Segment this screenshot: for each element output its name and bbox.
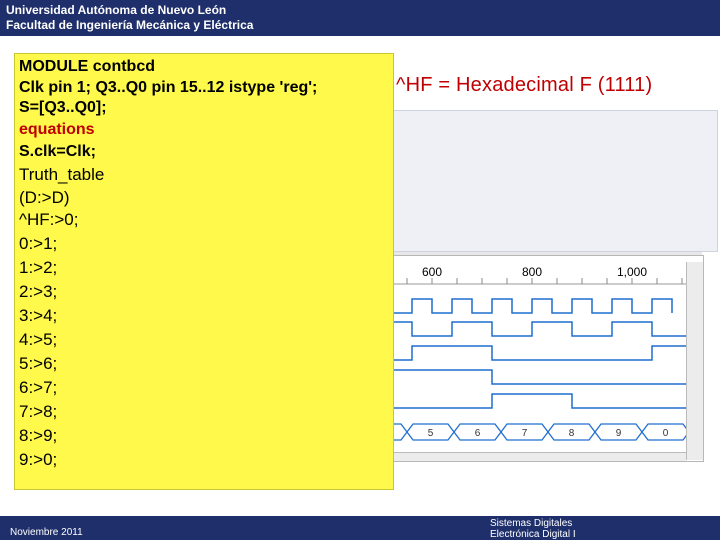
code-line: S=[Q3..Q0]; [19,99,107,116]
vertical-scrollbar[interactable] [686,262,703,460]
code-line: 6:>7; [19,378,58,397]
university-name: Universidad Autónoma de Nuevo León [6,3,227,17]
code-line: (D:>D) [19,188,70,207]
code-line: 4:>5; [19,330,58,349]
code-line: 7:>8; [19,402,58,421]
code-line: Truth_table [19,165,105,184]
code-line: 1:>2; [19,258,58,277]
code-line: 3:>4; [19,306,58,325]
code-line: 2:>3; [19,282,58,301]
code-line: ^HF:>0; [19,210,79,229]
slide-title: ^HF = Hexadecimal F (1111) [396,74,653,96]
footer-course-line2: Electrónica Digital I [490,529,576,540]
code-line: S.clk=Clk; [19,143,96,160]
header-bar: Universidad Autónoma de Nuevo León Facul… [0,0,720,36]
count-label: 8 [569,428,575,439]
count-label: 9 [616,428,622,439]
footer-date: Noviembre 2011 [10,527,83,538]
count-label: 5 [428,428,434,439]
count-label: 0 [663,428,669,439]
time-tick-label: 600 [422,265,442,279]
time-tick-label: 800 [522,265,542,279]
code-line: equations [19,121,95,138]
time-tick-label: 1,000 [617,265,647,279]
code-line: Clk pin 1; Q3..Q0 pin 15..12 istype 'reg… [19,79,318,96]
code-line: 8:>9; [19,426,58,445]
footer-course: Sistemas Digitales Electrónica Digital I [490,518,720,540]
code-panel: MODULE contbcd Clk pin 1; Q3..Q0 pin 15..… [14,53,394,490]
faculty-name: Facultad de Ingeniería Mecánica y Eléctr… [6,18,254,32]
footer-course-line1: Sistemas Digitales [490,518,573,529]
count-label: 7 [522,428,528,439]
code-line: 0:>1; [19,234,58,253]
code-line: 9:>0; [19,450,58,469]
count-label: 6 [475,428,481,439]
code-line: 5:>6; [19,354,58,373]
background-spreadsheet [392,110,718,252]
code-line: MODULE contbcd [19,58,155,75]
